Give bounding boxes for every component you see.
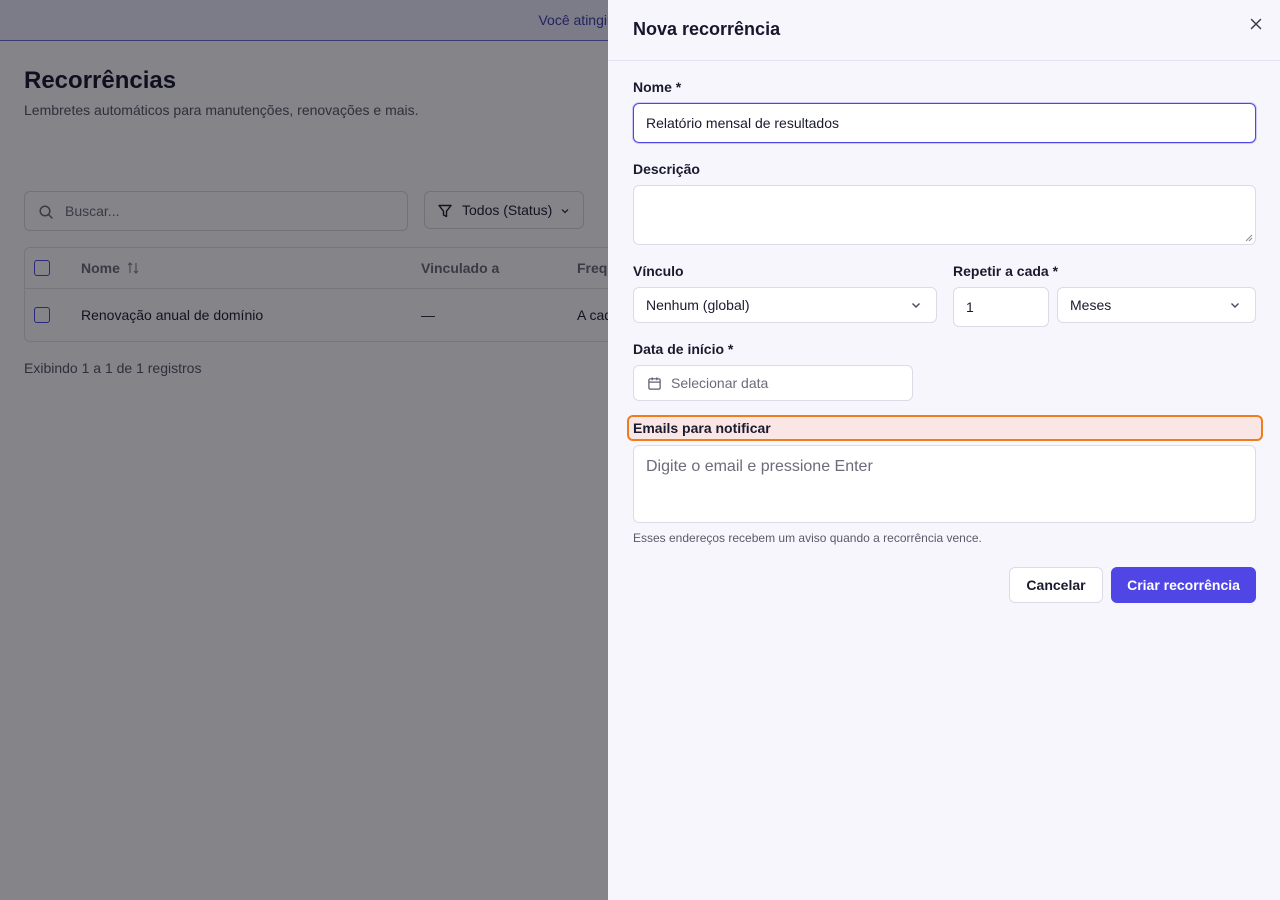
name-input[interactable]: Relatório mensal de resultados (633, 103, 1256, 143)
description-textarea[interactable] (633, 185, 1256, 245)
repeat-count-input[interactable]: 1 (953, 287, 1049, 327)
link-value: Nenhum (global) (646, 297, 750, 313)
emails-label-highlight: Emails para notificar (627, 415, 1263, 441)
resize-handle-icon[interactable] (1245, 234, 1253, 242)
emails-placeholder: Digite o email e pressione Enter (646, 458, 873, 475)
emails-label: Emails para notificar (633, 420, 771, 436)
repeat-count-value: 1 (966, 299, 974, 315)
description-label: Descrição (633, 161, 700, 177)
link-label: Vínculo (633, 263, 684, 279)
emails-helper-text: Esses endereços recebem um aviso quando … (633, 531, 982, 545)
repeat-unit-value: Meses (1070, 297, 1112, 313)
cancel-button[interactable]: Cancelar (1009, 567, 1103, 603)
name-label: Nome * (633, 79, 682, 95)
new-recurrence-drawer: Nova recorrência Nome * Relatório mensal… (608, 0, 1280, 900)
close-icon[interactable] (1248, 16, 1264, 32)
repeat-unit-select[interactable]: Meses (1057, 287, 1256, 323)
chevron-down-icon (912, 303, 920, 308)
repeat-label: Repetir a cada * (953, 263, 1059, 279)
name-value: Relatório mensal de resultados (646, 115, 839, 131)
create-recurrence-button[interactable]: Criar recorrência (1111, 567, 1256, 603)
start-date-label: Data de início * (633, 341, 734, 357)
start-date-picker[interactable]: Selecionar data (633, 365, 913, 401)
drawer-header: Nova recorrência (608, 0, 1280, 61)
start-date-placeholder: Selecionar data (671, 375, 769, 391)
link-select[interactable]: Nenhum (global) (633, 287, 937, 323)
emails-input[interactable]: Digite o email e pressione Enter (633, 445, 1256, 523)
drawer-title: Nova recorrência (633, 19, 781, 39)
chevron-down-icon (1231, 303, 1239, 308)
calendar-icon (648, 377, 661, 390)
